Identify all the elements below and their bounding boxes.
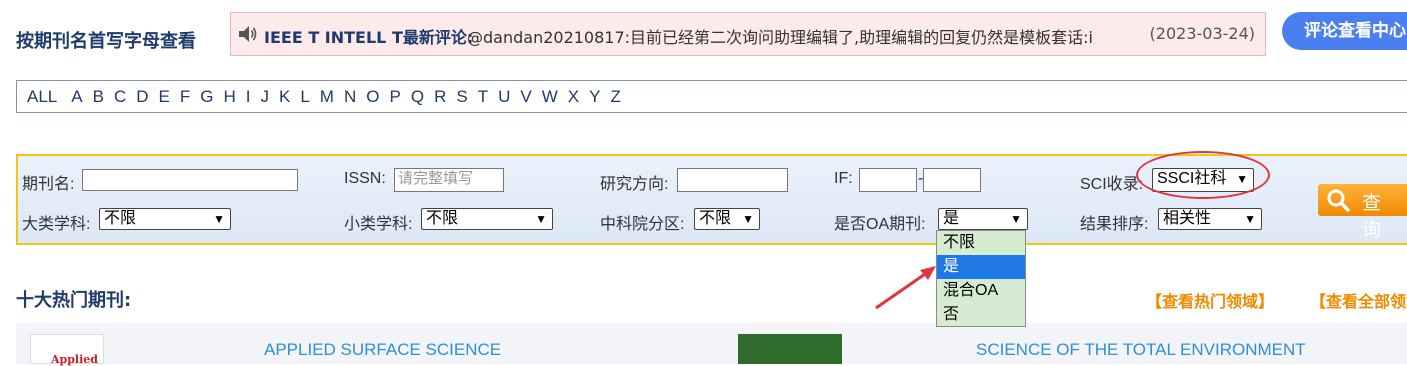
chevron-down-icon: ▼: [213, 212, 225, 226]
letter-link-i[interactable]: I: [246, 87, 251, 107]
annotation-arrow-icon: [875, 266, 936, 310]
journal-name-label: 期刊名:: [22, 176, 75, 193]
chevron-down-icon: ▼: [742, 212, 754, 226]
review-center-button[interactable]: 评论查看中心: [1282, 12, 1407, 50]
letter-link-r[interactable]: R: [434, 87, 446, 107]
issn-label: ISSN:: [344, 170, 386, 187]
if-label: IF:: [834, 170, 853, 187]
letter-link-v[interactable]: V: [520, 87, 531, 107]
journal-link[interactable]: SCIENCE OF THE TOTAL ENVIRONMENT: [976, 340, 1306, 360]
letter-link-u[interactable]: U: [498, 87, 510, 107]
minor-discipline-select[interactable]: 不限 ▼: [421, 208, 553, 230]
cas-zone-value: 不限: [699, 210, 732, 227]
notice-title: IEEE T INTELL T最新评论:: [264, 28, 474, 47]
letter-link-c[interactable]: C: [114, 87, 126, 107]
if-min-input[interactable]: [859, 168, 917, 192]
oa-journal-value: 是: [943, 210, 960, 227]
oa-journal-select[interactable]: 是 ▼: [938, 208, 1028, 230]
letter-link-m[interactable]: M: [320, 87, 334, 107]
letter-link-h[interactable]: H: [223, 87, 235, 107]
letter-link-e[interactable]: E: [159, 87, 170, 107]
speaker-icon: [239, 26, 257, 42]
oa-option[interactable]: 否: [937, 303, 1025, 327]
sort-value: 相关性: [1163, 210, 1212, 227]
chevron-down-icon: ▼: [1244, 212, 1256, 226]
minor-discipline-label: 小类学科:: [344, 216, 413, 233]
letter-link-d[interactable]: D: [136, 87, 148, 107]
annotation-ellipse: [1136, 151, 1270, 199]
notice-date: (2023-03-24): [1149, 24, 1255, 43]
oa-journal-label: 是否OA期刊:: [834, 216, 926, 233]
major-discipline-value: 不限: [104, 210, 137, 227]
hot-journals-title: 十大热门期刊:: [16, 290, 132, 311]
minor-discipline-value: 不限: [426, 210, 459, 227]
major-discipline-select[interactable]: 不限 ▼: [99, 208, 231, 230]
chevron-down-icon: ▼: [535, 212, 547, 226]
oa-option[interactable]: 混合OA: [937, 279, 1025, 303]
journal-cover-image[interactable]: Applied: [30, 334, 104, 366]
cas-zone-select[interactable]: 不限 ▼: [694, 208, 760, 230]
latest-comment-banner[interactable]: IEEE T INTELL T最新评论: @dandan20210817:目前已…: [230, 12, 1266, 56]
oa-option[interactable]: 不限: [937, 231, 1025, 255]
letter-index-bar: ALL A B C D E F G H I J K L M N O P Q R S T U V W X Y Z: [16, 80, 1407, 113]
search-button[interactable]: 查 询: [1318, 184, 1407, 241]
journal-cover-image[interactable]: [738, 334, 842, 364]
research-direction-label: 研究方向:: [600, 176, 669, 193]
sci-label: SCI收录:: [1080, 176, 1144, 193]
letter-link-l[interactable]: L: [300, 87, 309, 107]
issn-input[interactable]: 请完整填写: [394, 168, 504, 192]
oa-option[interactable]: 是: [937, 255, 1025, 279]
letter-link-b[interactable]: B: [93, 87, 104, 107]
oa-dropdown-list[interactable]: 不限是混合OA 否: [936, 230, 1026, 327]
letter-link-s[interactable]: S: [456, 87, 467, 107]
letter-link-j[interactable]: J: [260, 87, 269, 107]
letter-link-k[interactable]: K: [279, 87, 290, 107]
letter-link-q[interactable]: Q: [411, 87, 424, 107]
cas-zone-label: 中科院分区:: [600, 216, 685, 233]
sort-select[interactable]: 相关性 ▼: [1158, 208, 1262, 230]
magnifier-icon: [1327, 189, 1350, 212]
letter-link-w[interactable]: W: [542, 87, 558, 107]
journal-link[interactable]: APPLIED SURFACE SCIENCE: [264, 340, 501, 360]
letter-link-y[interactable]: Y: [589, 87, 600, 107]
letter-link-p[interactable]: P: [389, 87, 400, 107]
search-button-label: 查 询: [1362, 192, 1390, 241]
research-direction-input[interactable]: [677, 168, 788, 192]
letter-link-x[interactable]: X: [568, 87, 579, 107]
cover-text: Applied: [51, 353, 98, 366]
letter-link-g[interactable]: G: [200, 87, 213, 107]
letter-link-n[interactable]: N: [344, 87, 356, 107]
major-discipline-label: 大类学科:: [22, 216, 91, 233]
view-all-fields-link[interactable]: 【查看全部领域】: [1310, 288, 1407, 312]
if-max-input[interactable]: [923, 168, 981, 192]
journal-name-input[interactable]: [82, 169, 298, 191]
letter-link-o[interactable]: O: [366, 87, 379, 107]
notice-body[interactable]: @dandan20210817:目前已经第二次询问助理编辑了,助理编辑的回复仍然…: [467, 24, 1093, 48]
sort-label: 结果排序:: [1080, 216, 1149, 233]
page-title: 按期刊名首写字母查看: [16, 31, 196, 52]
chevron-down-icon: ▼: [1010, 212, 1022, 226]
view-hot-fields-link[interactable]: 【查看热门领域】: [1146, 288, 1274, 312]
letter-link-all[interactable]: ALL: [27, 87, 57, 107]
letter-link-z[interactable]: Z: [610, 87, 620, 107]
letter-link-f[interactable]: F: [180, 87, 190, 107]
letter-link-t[interactable]: T: [478, 87, 488, 107]
letter-link-a[interactable]: A: [71, 87, 82, 107]
